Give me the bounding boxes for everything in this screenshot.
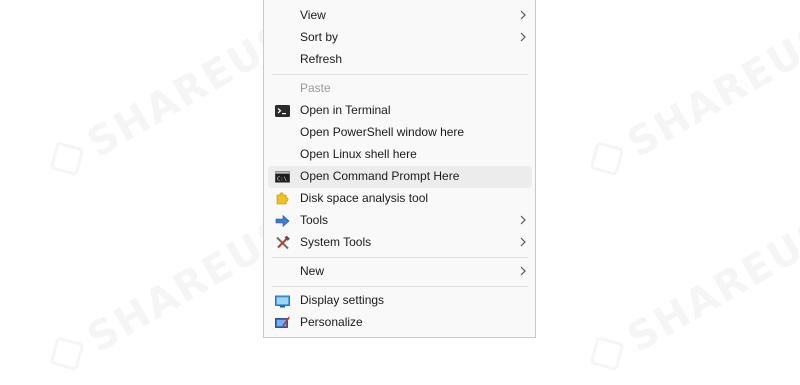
shareus-logo-icon [589, 141, 625, 177]
chevron-right-icon [520, 10, 526, 20]
terminal-icon [275, 105, 290, 117]
menu-item-label: Open PowerShell window here [300, 125, 465, 139]
menu-item-open-in-terminal[interactable]: Open in Terminal [268, 100, 532, 122]
menu-separator [272, 286, 528, 287]
menu-separator [272, 257, 528, 258]
context-menu: View Sort by Refresh Paste Open in Termi… [263, 0, 536, 338]
menu-item-personalize[interactable]: Personalize [268, 312, 532, 334]
chevron-right-icon [520, 32, 526, 42]
menu-item-label: View [300, 8, 326, 22]
menu-item-tools[interactable]: Tools [268, 210, 532, 232]
wrench-hammer-icon [276, 236, 290, 250]
watermark: SHAREUS [40, 209, 299, 385]
menu-item-open-linux-shell[interactable]: Open Linux shell here [268, 144, 532, 166]
menu-item-sort-by[interactable]: Sort by [268, 27, 532, 49]
menu-item-disk-space-analysis[interactable]: Disk space analysis tool [268, 188, 532, 210]
menu-item-label: New [300, 264, 325, 278]
menu-item-label: Display settings [300, 293, 385, 307]
menu-item-label: Open in Terminal [300, 103, 391, 117]
menu-item-label: Disk space analysis tool [300, 191, 429, 205]
menu-item-display-settings[interactable]: Display settings [268, 290, 532, 312]
puzzle-icon [276, 192, 289, 205]
menu-item-label: Tools [300, 213, 329, 227]
menu-item-open-powershell[interactable]: Open PowerShell window here [268, 122, 532, 144]
display-icon [275, 295, 290, 308]
menu-item-view[interactable]: View [268, 5, 532, 27]
menu-item-label: Sort by [300, 30, 339, 44]
chevron-right-icon [520, 215, 526, 225]
menu-item-refresh[interactable]: Refresh [268, 49, 532, 71]
menu-item-open-command-prompt[interactable]: C:\ Open Command Prompt Here [268, 166, 532, 188]
tools-arrow-icon [275, 214, 290, 228]
svg-text:C:\: C:\ [277, 177, 287, 183]
chevron-right-icon [520, 237, 526, 247]
watermark: SHAREUS [580, 14, 800, 190]
shareus-logo-icon [589, 336, 625, 372]
shareus-logo-icon [49, 336, 85, 372]
chevron-right-icon [520, 266, 526, 276]
menu-item-system-tools[interactable]: System Tools [268, 232, 532, 254]
personalize-icon [275, 316, 290, 328]
watermark: SHAREUS [40, 14, 299, 190]
menu-item-new[interactable]: New [268, 261, 532, 283]
menu-item-label: System Tools [300, 235, 372, 249]
menu-item-label: Personalize [300, 315, 363, 329]
menu-item-paste: Paste [268, 78, 532, 100]
menu-item-label: Open Command Prompt Here [300, 169, 460, 183]
shareus-logo-icon [49, 141, 85, 177]
menu-item-label: Refresh [300, 52, 343, 66]
menu-item-label: Paste [300, 81, 331, 95]
menu-separator [272, 74, 528, 75]
watermark: SHAREUS [580, 209, 800, 385]
command-prompt-icon: C:\ [275, 171, 290, 183]
menu-item-label: Open Linux shell here [300, 147, 417, 161]
